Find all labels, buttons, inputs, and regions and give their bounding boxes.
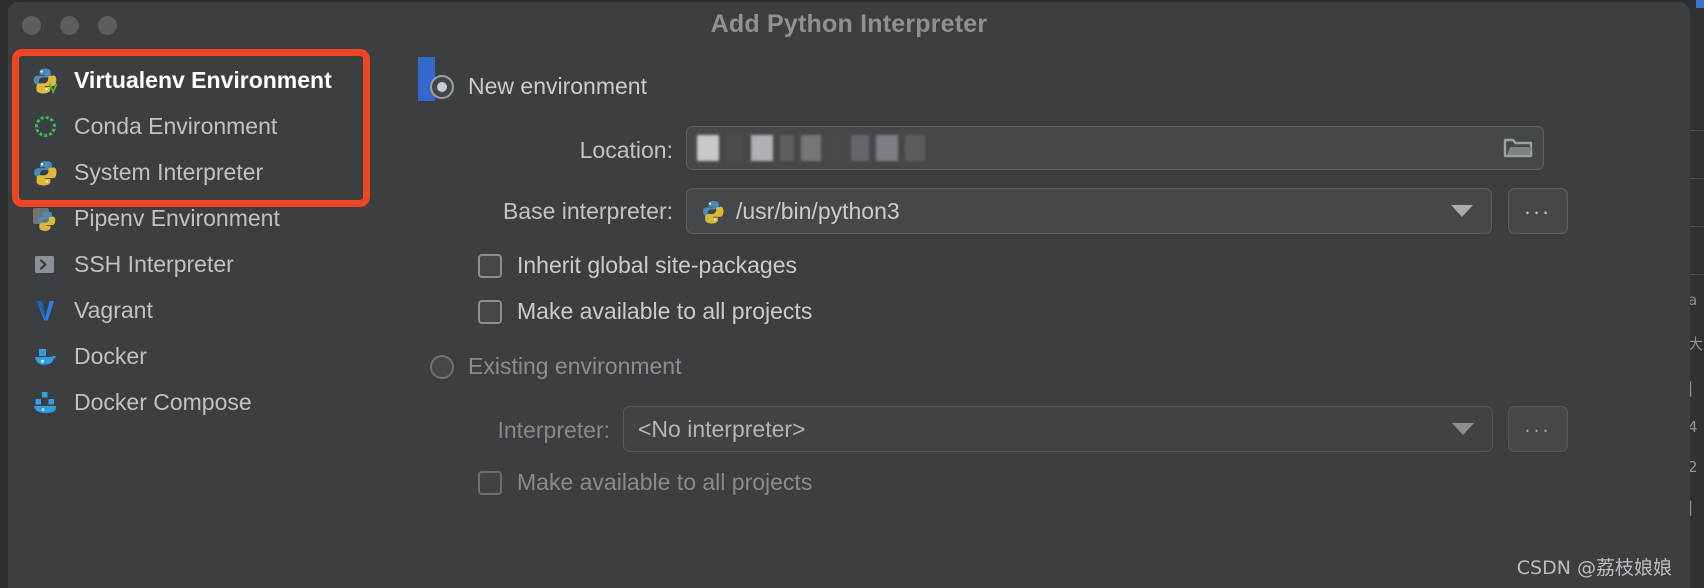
new-environment-radio-row[interactable]: New environment xyxy=(430,73,647,100)
sidebar-item-label: Docker Compose xyxy=(74,389,252,416)
add-python-interpreter-dialog: Add Python Interpreter Virtualenv Enviro… xyxy=(8,2,1690,588)
sidebar-item-system-interpreter[interactable]: System Interpreter xyxy=(8,149,418,195)
chevron-down-icon[interactable] xyxy=(1451,205,1473,217)
pipenv-icon xyxy=(32,205,59,232)
sidebar-item-label: Virtualenv Environment xyxy=(74,67,332,94)
ssh-terminal-icon xyxy=(32,251,59,278)
make-available-existing-label: Make available to all projects xyxy=(517,469,812,496)
folder-open-icon[interactable] xyxy=(1503,136,1533,160)
sidebar-item-vagrant[interactable]: Vagrant xyxy=(8,287,418,333)
background-window-sliver: a 大 | 4 2 | xyxy=(1690,0,1704,588)
python-icon xyxy=(701,199,726,224)
inherit-site-packages-row[interactable]: Inherit global site-packages xyxy=(478,252,797,279)
make-available-existing-checkbox[interactable] xyxy=(478,471,502,495)
inherit-site-packages-checkbox[interactable] xyxy=(478,254,502,278)
make-available-new-row[interactable]: Make available to all projects xyxy=(478,298,812,325)
existing-environment-label: Existing environment xyxy=(468,353,682,380)
environment-type-list[interactable]: Virtualenv Environment Conda Environment xyxy=(8,48,418,588)
conda-icon xyxy=(32,113,59,140)
sidebar-item-label: Conda Environment xyxy=(74,113,277,140)
sidebar-item-conda-environment[interactable]: Conda Environment xyxy=(8,103,418,149)
watermark: CSDN @荔枝娘娘 xyxy=(1517,553,1672,580)
window-title: Add Python Interpreter xyxy=(8,10,1690,39)
base-interpreter-value: /usr/bin/python3 xyxy=(736,198,900,225)
interpreter-combobox[interactable]: <No interpreter> xyxy=(623,406,1493,452)
sidebar-item-label: Docker xyxy=(74,343,147,370)
make-available-existing-row[interactable]: Make available to all projects xyxy=(478,469,812,496)
inherit-site-packages-label: Inherit global site-packages xyxy=(517,252,797,279)
existing-environment-radio-row[interactable]: Existing environment xyxy=(430,353,682,380)
sidebar-item-docker-compose[interactable]: Docker Compose xyxy=(8,379,418,425)
location-redacted-value xyxy=(697,135,932,161)
docker-compose-icon xyxy=(32,389,59,416)
chevron-down-icon[interactable] xyxy=(1452,423,1474,435)
sidebar-item-label: SSH Interpreter xyxy=(74,251,234,278)
python-virtualenv-icon xyxy=(32,67,59,94)
sidebar-item-docker[interactable]: Docker xyxy=(8,333,418,379)
location-label: Location: xyxy=(430,137,673,164)
interpreter-settings-pane: New environment Location: xyxy=(418,48,1690,588)
sidebar-item-pipenv-environment[interactable]: Pipenv Environment xyxy=(8,195,418,241)
location-input[interactable] xyxy=(686,126,1544,170)
sidebar-item-label: System Interpreter xyxy=(74,159,263,186)
background-accent-bar xyxy=(1696,0,1704,8)
screenshot-root: a 大 | 4 2 | Add Python Interpreter xyxy=(0,0,1704,588)
make-available-new-label: Make available to all projects xyxy=(517,298,812,325)
sidebar-item-label: Pipenv Environment xyxy=(74,205,280,232)
interpreter-label: Interpreter: xyxy=(430,417,610,444)
sidebar-item-label: Vagrant xyxy=(74,297,153,324)
python-icon xyxy=(32,159,59,186)
new-environment-label: New environment xyxy=(468,73,647,100)
docker-icon xyxy=(32,343,59,370)
sidebar-item-ssh-interpreter[interactable]: SSH Interpreter xyxy=(8,241,418,287)
vagrant-icon xyxy=(32,297,59,324)
sidebar-item-virtualenv-environment[interactable]: Virtualenv Environment xyxy=(8,57,418,103)
interpreter-more-button[interactable]: ... xyxy=(1508,406,1568,452)
make-available-new-checkbox[interactable] xyxy=(478,300,502,324)
existing-environment-radio[interactable] xyxy=(430,355,454,379)
interpreter-value: <No interpreter> xyxy=(638,416,805,443)
base-interpreter-label: Base interpreter: xyxy=(430,198,673,225)
base-interpreter-more-button[interactable]: ... xyxy=(1508,188,1568,234)
base-interpreter-combobox[interactable]: /usr/bin/python3 xyxy=(686,188,1492,234)
title-bar[interactable]: Add Python Interpreter xyxy=(8,2,1690,48)
new-environment-radio[interactable] xyxy=(430,75,454,99)
